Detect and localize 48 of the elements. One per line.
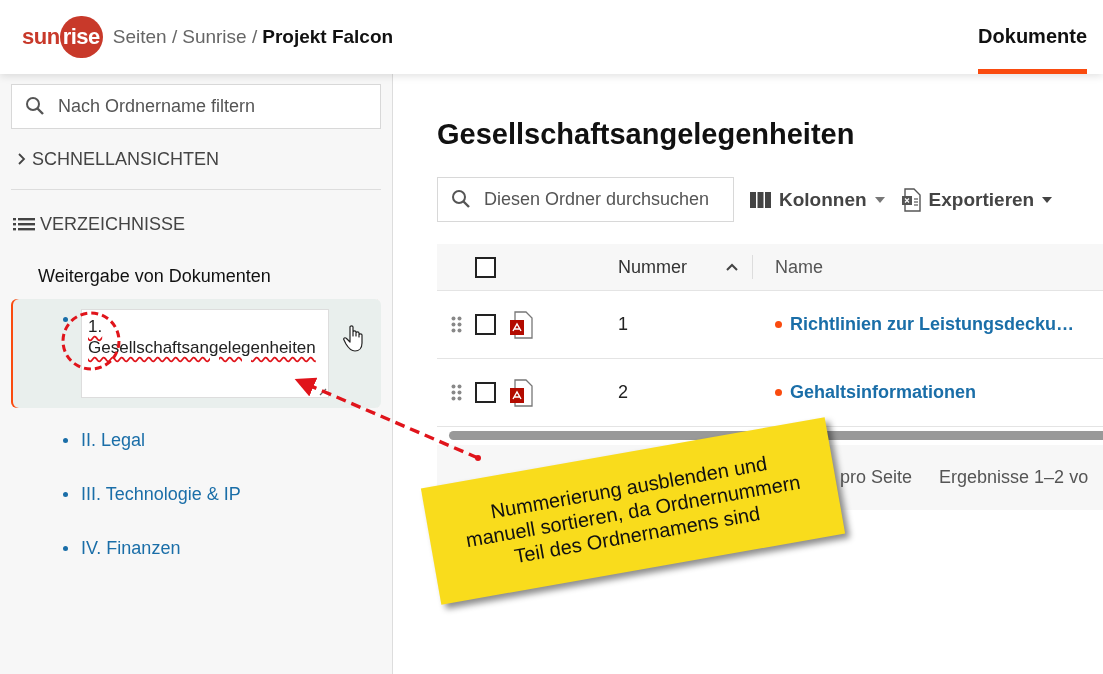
tree-item[interactable]: IV. Finanzen [81, 537, 181, 559]
per-page-label: pro Seite [840, 467, 913, 488]
number-cell: 2 [618, 382, 628, 403]
bullet-icon [63, 437, 68, 443]
tree-item[interactable]: III. Technologie & IP [81, 483, 241, 505]
selected-tree-item[interactable]: 1. Gesellschaftsangelegenheiten [11, 299, 381, 408]
documents-tab[interactable]: Dokumente [978, 0, 1087, 74]
bullet-icon [63, 545, 68, 551]
directories-heading: VERZEICHNISSE [40, 213, 186, 235]
select-all-checkbox[interactable] [475, 256, 496, 278]
folder-search-field[interactable]: Diesen Ordner durchsuchen [437, 177, 734, 222]
bullet-icon [63, 491, 68, 497]
drag-handle-icon[interactable] [450, 384, 462, 401]
row-checkbox[interactable] [475, 314, 496, 335]
bullet-icon [63, 317, 68, 322]
drag-handle-icon[interactable] [450, 316, 462, 333]
breadcrumb-link[interactable]: Projekt Falcon [262, 26, 394, 48]
column-header[interactable]: Name [775, 256, 823, 278]
row-checkbox[interactable] [475, 382, 496, 403]
pdf-file-icon [509, 378, 533, 407]
status-dot [775, 389, 782, 396]
status-dot [775, 321, 782, 328]
document-link[interactable]: Gehaltsinformationen [790, 382, 977, 403]
columns-icon [750, 191, 771, 208]
folder-title: Gesellschaftsangelegenheiten [437, 118, 856, 151]
breadcrumb-link[interactable]: Sunrise / [182, 26, 258, 48]
search-icon [451, 189, 471, 209]
number-cell: 1 [618, 314, 628, 335]
list-icon [13, 217, 35, 231]
column-header[interactable]: Nummer [618, 256, 726, 278]
tree-item[interactable]: II. Legal [81, 429, 146, 451]
quick-views-toggle[interactable]: SCHNELLANSICHTEN [11, 129, 381, 189]
folder-filter-field[interactable]: Nach Ordnername filtern [11, 84, 381, 129]
tree-item[interactable]: Weitergabe von Dokumenten [11, 258, 381, 294]
sort-caret-icon[interactable] [726, 263, 738, 271]
search-icon [25, 96, 45, 116]
resize-grip-icon [319, 388, 327, 396]
breadcrumb-link[interactable]: Seiten / [112, 26, 178, 48]
export-button[interactable]: Exportieren [900, 187, 1053, 212]
caret-icon [1042, 196, 1053, 203]
spreadsheet-file-icon [900, 187, 921, 212]
columns-button[interactable]: Kolonnen [750, 188, 885, 211]
caret-icon [874, 196, 885, 203]
pdf-file-icon [509, 310, 533, 339]
chevron-icon [17, 153, 27, 165]
document-link[interactable]: Richtlinien zur Leistungsdecku… [790, 314, 1075, 335]
results-count: Ergebnisse 1–2 vo [939, 467, 1089, 488]
folder-name-field[interactable]: 1. Gesellschaftsangelegenheiten [81, 309, 329, 398]
